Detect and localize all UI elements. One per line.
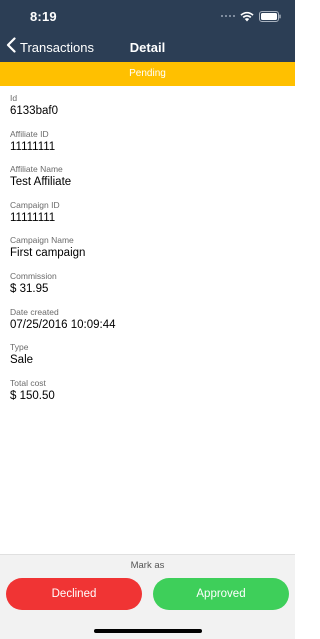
status-time: 8:19: [30, 9, 57, 24]
field-label: Commission: [10, 270, 57, 281]
field-value: First campaign: [10, 247, 86, 260]
field-label: Campaign ID: [10, 199, 60, 210]
signal-icon: [221, 15, 235, 17]
field-total-cost: Total cost $ 150.50: [10, 378, 285, 414]
screen: 8:19 Transactions Detail Pending Id 6133…: [0, 0, 295, 639]
field-id: Id 6133baf0: [10, 93, 285, 129]
field-value: 07/25/2016 10:09:44: [10, 318, 116, 331]
field-label: Id: [10, 93, 18, 103]
field-label: Total cost: [10, 377, 46, 388]
nav-bar: Transactions Detail: [0, 32, 295, 62]
approved-button[interactable]: Approved: [153, 578, 289, 610]
field-type: Type Sale: [10, 342, 285, 378]
action-area: Mark as Declined Approved: [0, 554, 295, 639]
field-value: 11111111: [10, 211, 56, 224]
field-campaign-name: Campaign Name First campaign: [10, 235, 285, 271]
details-list: Id 6133baf0 Affiliate ID 11111111 Affili…: [10, 93, 285, 413]
field-label: Campaign Name: [10, 235, 74, 246]
field-value: $ 150.50: [10, 389, 55, 402]
field-label: Date created: [10, 306, 59, 317]
mark-as-label: Mark as: [130, 560, 165, 571]
home-indicator: [94, 629, 202, 633]
status-bar: 8:19: [0, 0, 295, 32]
battery-icon: [259, 10, 281, 22]
field-value: 6133baf0: [10, 105, 58, 117]
field-campaign-id: Campaign ID 11111111: [10, 200, 285, 236]
field-value: 11111111: [10, 140, 56, 153]
declined-button[interactable]: Declined: [6, 578, 142, 610]
field-label: Affiliate ID: [10, 128, 49, 139]
field-label: Affiliate Name: [10, 164, 63, 175]
field-affiliate-name: Affiliate Name Test Affiliate: [10, 164, 285, 200]
field-label: Type: [10, 342, 29, 353]
status-banner: Pending: [0, 62, 295, 86]
field-value: Sale: [10, 354, 34, 367]
field-date-created: Date created 07/25/2016 10:09:44: [10, 307, 285, 343]
top-bar: 8:19 Transactions Detail: [0, 0, 295, 62]
field-affiliate-id: Affiliate ID 11111111: [10, 129, 285, 165]
page-title: Detail: [129, 40, 166, 55]
status-icons: [221, 10, 281, 22]
field-value: Test Affiliate: [10, 176, 72, 189]
field-value: $ 31.95: [10, 282, 49, 295]
field-commission: Commission $ 31.95: [10, 271, 285, 307]
wifi-icon: [240, 11, 254, 22]
